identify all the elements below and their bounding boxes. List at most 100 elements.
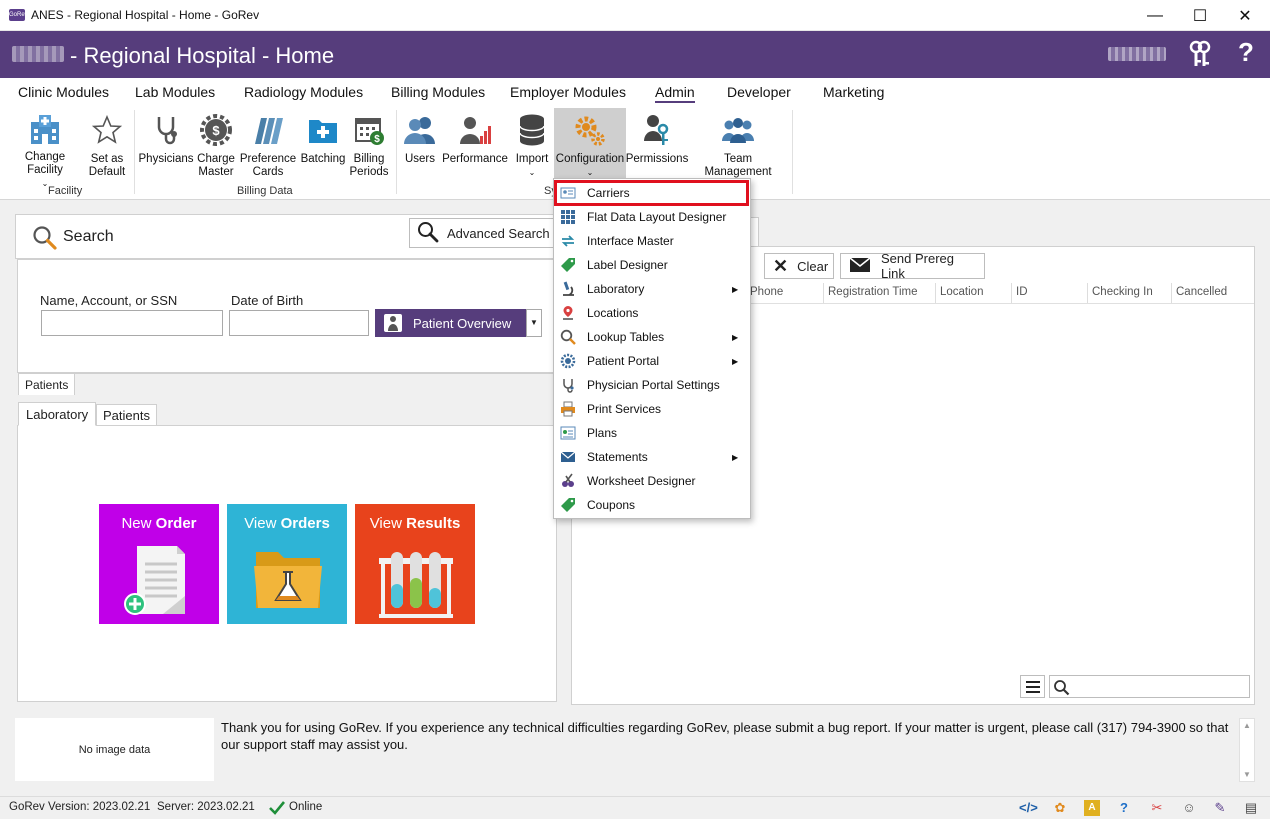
scroll-down-icon[interactable]: ▼ bbox=[1243, 770, 1251, 779]
menu-item-physician-portal-settings[interactable]: Physician Portal Settings bbox=[554, 373, 750, 397]
charge-master-button[interactable]: $ Charge Master bbox=[194, 108, 238, 190]
tab-marketing[interactable]: Marketing bbox=[823, 84, 884, 100]
column-header-checking-in[interactable]: Checking In bbox=[1087, 283, 1171, 303]
menu-item-locations[interactable]: Locations bbox=[554, 301, 750, 325]
name-account-ssn-label: Name, Account, or SSN bbox=[40, 293, 178, 308]
support-agent-icon[interactable]: ☺ bbox=[1181, 800, 1197, 816]
set-as-default-button[interactable]: Set as Default bbox=[86, 108, 128, 190]
hospital-icon bbox=[27, 112, 63, 146]
permissions-key-icon bbox=[639, 112, 675, 148]
view-results-tile[interactable]: View Results bbox=[355, 504, 475, 624]
microscope-icon bbox=[563, 281, 574, 296]
tab-strip-line bbox=[70, 373, 557, 374]
no-image-placeholder: No image data bbox=[15, 718, 214, 781]
pen-tool-icon[interactable]: ✎ bbox=[1212, 800, 1228, 816]
clear-button[interactable]: ✕ Clear bbox=[764, 253, 834, 279]
batching-label: Batching bbox=[300, 153, 346, 165]
menu-item-lookup-tables[interactable]: Lookup Tables ▶ bbox=[554, 325, 750, 349]
carriers-highlight-box bbox=[554, 180, 749, 206]
view-orders-tile[interactable]: View Orders bbox=[227, 504, 347, 624]
advanced-search-button[interactable]: Advanced Search bbox=[409, 218, 554, 248]
document-add-icon bbox=[124, 546, 185, 615]
preference-cards-button[interactable]: Preference Cards bbox=[240, 108, 296, 190]
change-facility-button[interactable]: Change Facility ⌄ bbox=[6, 108, 84, 190]
users-button[interactable]: Users bbox=[402, 108, 438, 190]
design-tools-icon bbox=[562, 473, 574, 487]
column-header-phone[interactable]: Phone bbox=[746, 283, 823, 303]
font-icon[interactable]: A bbox=[1084, 800, 1100, 816]
set-as-default-label: Set as Default bbox=[88, 153, 126, 178]
scroll-up-icon[interactable]: ▲ bbox=[1243, 721, 1251, 730]
window-titlebar: GoRev ANES - Regional Hospital - Home - … bbox=[0, 0, 1270, 31]
tab-billing-modules[interactable]: Billing Modules bbox=[391, 84, 485, 100]
test-tubes-icon bbox=[379, 552, 453, 618]
tab-patients-bottom[interactable]: Patients bbox=[96, 404, 157, 426]
grid-search-input[interactable] bbox=[1049, 675, 1250, 698]
close-button[interactable]: ✕ bbox=[1222, 0, 1268, 31]
send-prereg-link-label: Send Prereg Link bbox=[881, 251, 954, 281]
clipboard-icon[interactable]: ▤ bbox=[1243, 800, 1259, 816]
menu-item-label-designer[interactable]: Label Designer bbox=[554, 253, 750, 277]
column-header-registration-time[interactable]: Registration Time bbox=[823, 283, 935, 303]
keys-icon[interactable] bbox=[1188, 40, 1212, 75]
date-of-birth-input[interactable] bbox=[229, 310, 369, 336]
new-order-tile[interactable]: New Order bbox=[99, 504, 219, 624]
magnifier-icon bbox=[560, 329, 576, 345]
menu-item-interface-master[interactable]: Interface Master bbox=[554, 229, 750, 253]
tab-clinic-modules[interactable]: Clinic Modules bbox=[18, 84, 109, 100]
menu-item-patient-portal[interactable]: Patient Portal ▶ bbox=[554, 349, 750, 373]
help-icon[interactable]: ? bbox=[1238, 37, 1254, 68]
tab-lab-modules[interactable]: Lab Modules bbox=[135, 84, 215, 100]
tab-developer[interactable]: Developer bbox=[727, 84, 791, 100]
notice-scrollbar[interactable]: ▲ ▼ bbox=[1239, 718, 1255, 782]
checkmark-icon bbox=[269, 801, 285, 815]
tab-patients-top[interactable]: Patients bbox=[18, 373, 76, 395]
performance-label: Performance bbox=[442, 153, 508, 165]
submenu-arrow-icon: ▶ bbox=[732, 332, 739, 342]
redacted-name bbox=[12, 46, 64, 62]
menu-item-flat-data-layout-designer[interactable]: Flat Data Layout Designer bbox=[554, 205, 750, 229]
menu-item-coupons[interactable]: Coupons bbox=[554, 493, 750, 517]
tab-radiology-modules[interactable]: Radiology Modules bbox=[244, 84, 363, 100]
column-header-id[interactable]: ID bbox=[1011, 283, 1087, 303]
svg-text:$: $ bbox=[374, 134, 380, 145]
tab-laboratory[interactable]: Laboratory bbox=[18, 402, 97, 426]
redacted-user[interactable] bbox=[1108, 47, 1166, 61]
tools-icon[interactable]: ✂ bbox=[1149, 800, 1165, 816]
support-notice: Thank you for using GoRev. If you experi… bbox=[221, 720, 1229, 752]
tab-admin[interactable]: Admin bbox=[655, 84, 695, 103]
code-icon[interactable]: </> bbox=[1019, 800, 1038, 816]
envelope-icon bbox=[849, 256, 871, 276]
help-icon[interactable]: ? bbox=[1116, 800, 1132, 816]
database-icon bbox=[514, 112, 550, 148]
menu-item-laboratory[interactable]: Laboratory ▶ bbox=[554, 277, 750, 301]
maximize-button[interactable]: ☐ bbox=[1177, 0, 1223, 31]
envelope-icon bbox=[560, 451, 576, 462]
patient-overview-button[interactable]: Patient Overview bbox=[375, 309, 526, 337]
advanced-search-label: Advanced Search bbox=[447, 225, 550, 241]
patient-overview-dropdown-button[interactable]: ▼ bbox=[526, 309, 542, 337]
minimize-button[interactable]: — bbox=[1132, 0, 1178, 31]
menu-item-print-services[interactable]: Print Services bbox=[554, 397, 750, 421]
import-button[interactable]: Import ⌄ bbox=[511, 108, 553, 190]
billing-periods-button[interactable]: $ Billing Periods bbox=[348, 108, 390, 190]
ribbon-separator bbox=[134, 110, 135, 194]
menu-item-worksheet-designer[interactable]: Worksheet Designer bbox=[554, 469, 750, 493]
list-menu-button[interactable] bbox=[1020, 675, 1045, 698]
menu-item-statements[interactable]: Statements ▶ bbox=[554, 445, 750, 469]
new-order-title: New Order bbox=[121, 515, 197, 532]
billing-periods-label: Billing Periods bbox=[349, 153, 389, 178]
performance-button[interactable]: Performance bbox=[442, 108, 508, 190]
menu-item-plans[interactable]: Plans bbox=[554, 421, 750, 445]
column-header-location[interactable]: Location bbox=[935, 283, 1011, 303]
gear-icon[interactable]: ✿ bbox=[1052, 800, 1068, 816]
tab-employer-modules[interactable]: Employer Modules bbox=[510, 84, 626, 100]
configuration-label: Configuration bbox=[555, 153, 625, 165]
app-header: - Regional Hospital - Home ? bbox=[0, 31, 1270, 78]
coupon-tag-icon bbox=[561, 498, 575, 512]
name-account-ssn-input[interactable] bbox=[41, 310, 223, 336]
physicians-button[interactable]: Physicians bbox=[139, 108, 193, 190]
column-header-cancelled[interactable]: Cancelled bbox=[1171, 283, 1253, 303]
batching-button[interactable]: Batching bbox=[299, 108, 347, 190]
send-prereg-link-button[interactable]: Send Prereg Link bbox=[840, 251, 985, 281]
